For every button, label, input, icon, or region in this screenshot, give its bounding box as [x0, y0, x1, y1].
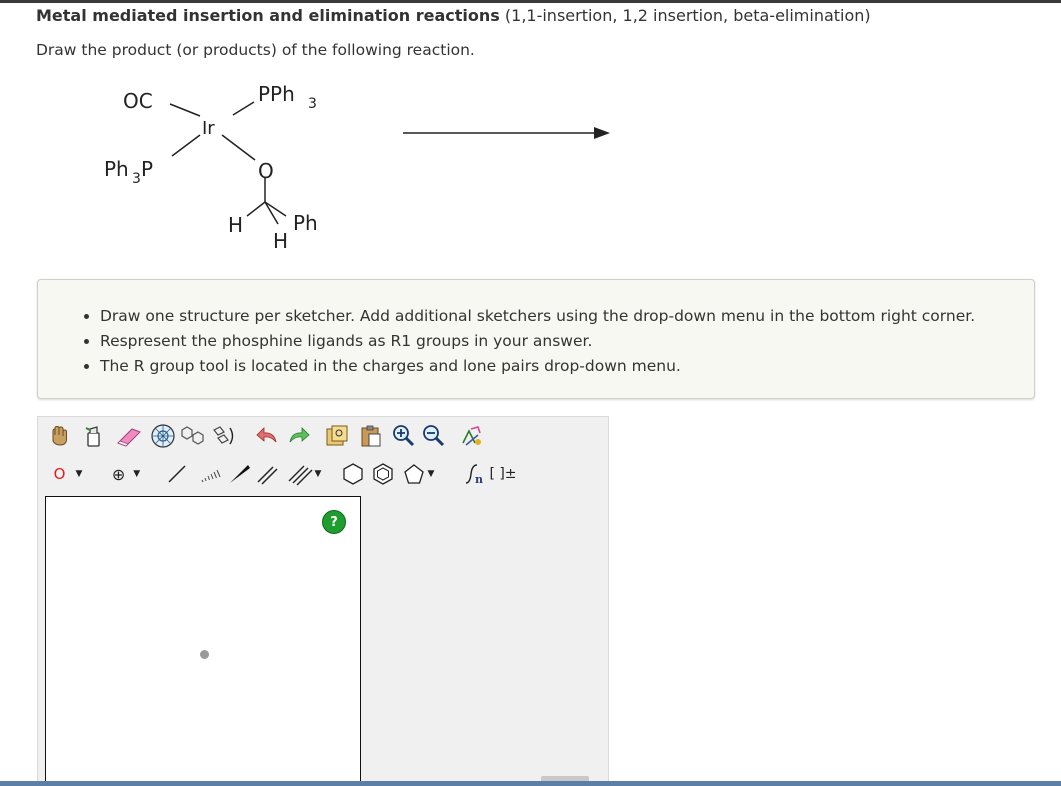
ring-template-icon[interactable] [178, 421, 208, 451]
bottom-border [0, 781, 1061, 786]
top-border [0, 0, 1061, 3]
cyclopentane-icon[interactable]: ▼ [398, 459, 438, 489]
hashed-bond-icon[interactable] [194, 459, 224, 489]
h-left-label: H [228, 213, 243, 237]
h-bottom-label: H [273, 229, 288, 253]
copy-icon[interactable] [322, 421, 352, 451]
title-bold: Metal mediated insertion and elimination… [36, 6, 500, 25]
oxygen-label: O [258, 159, 274, 183]
double-bond-icon[interactable] [252, 459, 282, 489]
question-title: Metal mediated insertion and elimination… [36, 6, 871, 25]
charge-tool[interactable]: ⊕ ▼ [104, 459, 148, 489]
atom-tool-label: O [53, 465, 66, 483]
chevron-down-icon: ▼ [133, 469, 141, 479]
atom-tool[interactable]: O ▼ [46, 459, 90, 489]
single-bond-icon[interactable] [162, 459, 192, 489]
instruction-item: Draw one structure per sketcher. Add add… [100, 304, 975, 329]
paste-icon[interactable] [356, 421, 386, 451]
ph3p-left-subscript: 3 [132, 171, 141, 187]
sgroup-n-icon[interactable]: n [458, 459, 488, 489]
instructions-box: Draw one structure per sketcher. Add add… [37, 279, 1035, 399]
charge-plus-icon: ⊕ [111, 464, 126, 484]
pph3-top-label: PPh [258, 82, 295, 106]
instructions-list: Draw one structure per sketcher. Add add… [38, 304, 975, 379]
cyclohexane-icon[interactable] [338, 459, 368, 489]
drawing-canvas[interactable] [45, 496, 361, 785]
template-icon[interactable] [148, 421, 178, 451]
chevron-down-icon: ▼ [314, 469, 322, 479]
pph3-top-subscript: 3 [308, 96, 317, 112]
ph-label: Ph [293, 211, 318, 235]
sketcher-toolbar-bottom: O ▼ ⊕ ▼ ▼ ▼ n []± [38, 459, 608, 491]
redo-icon[interactable] [284, 421, 314, 451]
zoom-out-icon[interactable] [418, 421, 448, 451]
ph3p-left-p: P [141, 157, 153, 181]
svg-text:n: n [475, 473, 483, 486]
bracket-charge-icon[interactable]: [ ]± [486, 459, 520, 489]
sketcher-toolbar-top [38, 421, 608, 453]
reaction-scheme: OC PPh 3 Ir Ph 3 P O H H Ph [104, 82, 610, 253]
clean-icon[interactable] [456, 421, 486, 451]
zoom-in-icon[interactable] [388, 421, 418, 451]
chevron-down-icon: ▼ [75, 469, 83, 479]
molecule-sketcher: O ▼ ⊕ ▼ ▼ ▼ n []± ? [37, 416, 609, 786]
instruction-item: Respresent the phosphine ligands as R1 g… [100, 329, 975, 354]
ph3p-left-label: Ph [104, 157, 129, 181]
triple-bond-icon[interactable]: ▼ [282, 459, 326, 489]
undo-icon[interactable] [252, 421, 282, 451]
wedge-bond-icon[interactable] [224, 459, 254, 489]
co-label: OC [123, 89, 153, 113]
erase-icon[interactable] [78, 421, 108, 451]
reaction-template-icon[interactable] [208, 421, 238, 451]
chevron-down-icon: ▼ [427, 469, 435, 479]
reaction-arrow [403, 127, 610, 139]
help-button[interactable]: ? [322, 510, 346, 534]
title-subtitle: (1,1-insertion, 1,2 insertion, beta-elim… [499, 6, 871, 25]
bracket-charge-label: [ ]± [489, 466, 517, 482]
canvas-center-dot [200, 650, 209, 659]
hand-icon[interactable] [44, 421, 74, 451]
eraser-icon[interactable] [114, 421, 144, 451]
question-instruction: Draw the product (or products) of the fo… [36, 41, 475, 59]
benzene-icon[interactable] [368, 459, 398, 489]
iridium-label: Ir [202, 118, 215, 139]
instruction-item: The R group tool is located in the charg… [100, 354, 975, 379]
